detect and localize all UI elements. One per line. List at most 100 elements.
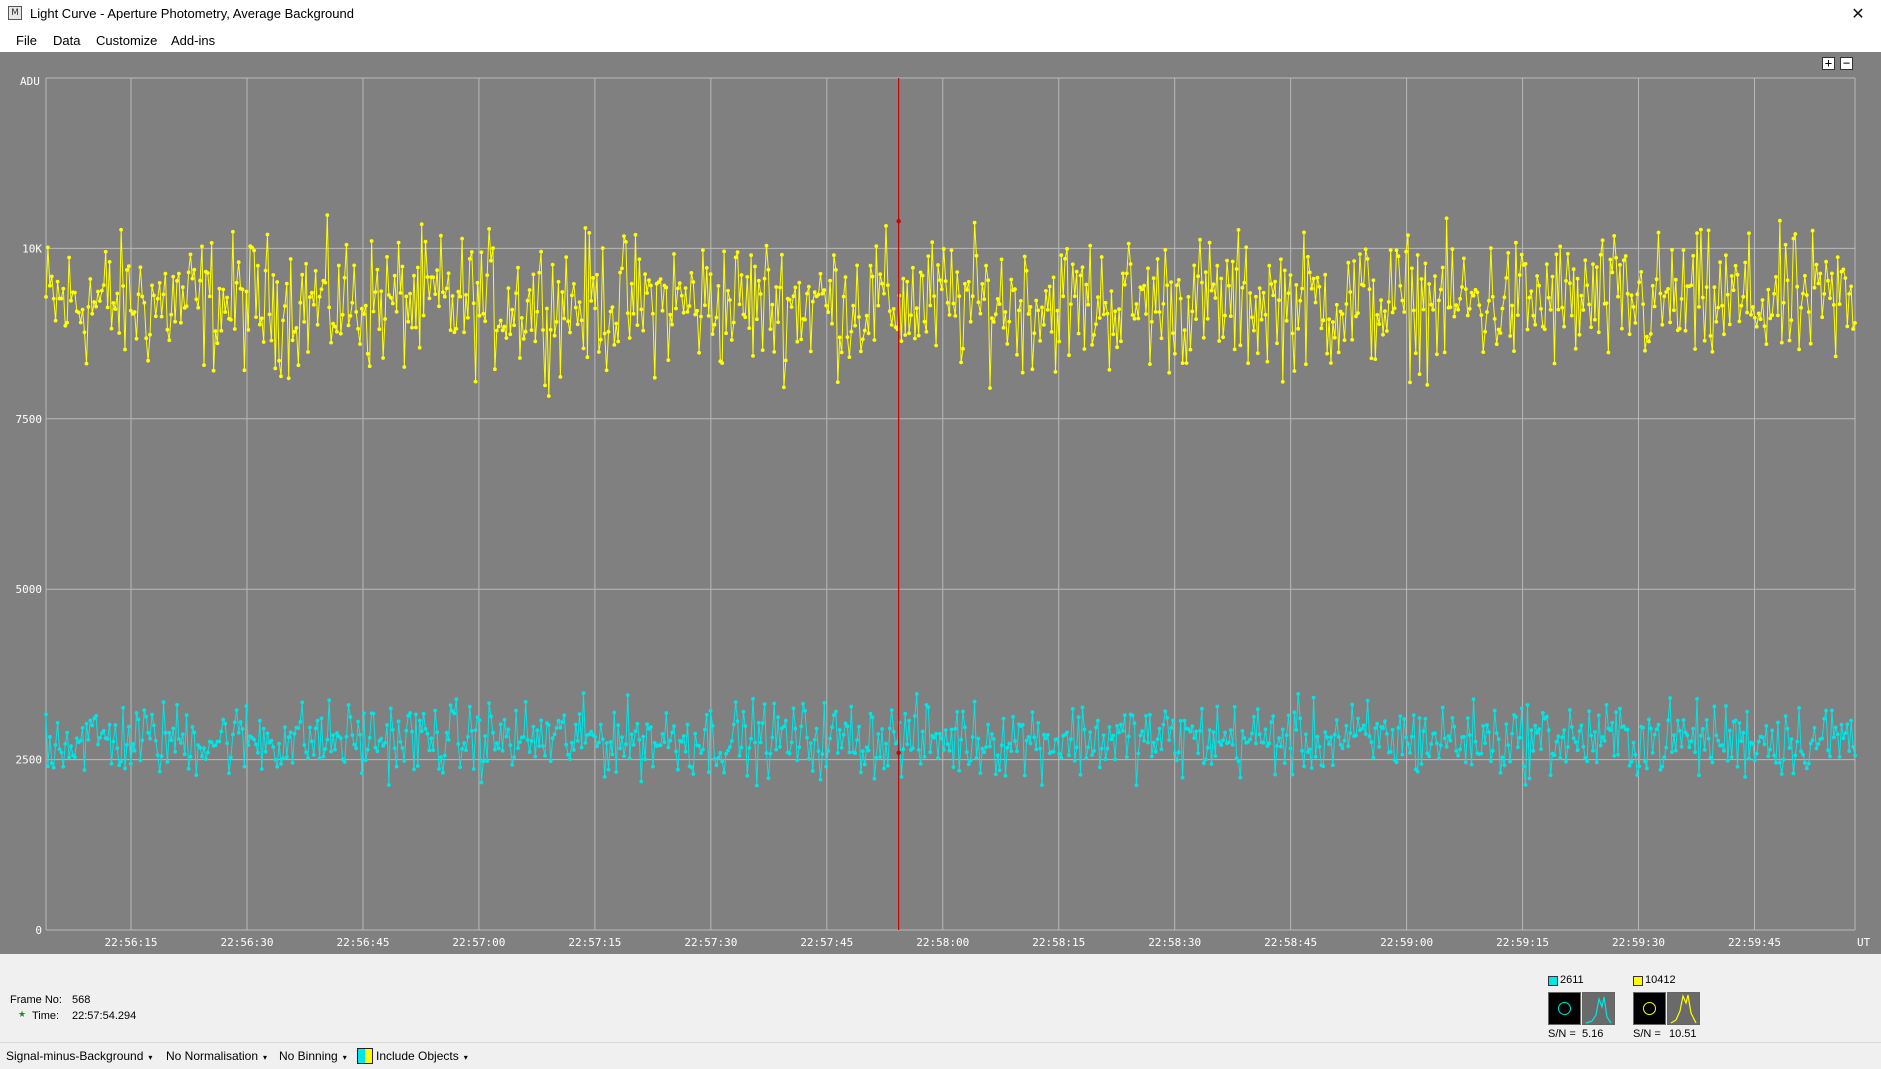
series-2-point <box>180 732 185 737</box>
light-curve-chart[interactable]: 025005000750010K22:56:15 22:56:30 22:56:45… <box>0 52 1881 954</box>
series-1-point <box>1404 249 1408 254</box>
series-2-point <box>1271 714 1276 719</box>
series-1-point <box>1269 282 1274 286</box>
series-2-point <box>1171 718 1175 723</box>
series-1-point <box>152 293 156 298</box>
series-2-point <box>1781 757 1786 762</box>
object-2-sn-value: 10.51 <box>1669 1028 1697 1040</box>
menu-file[interactable]: File <box>16 33 37 48</box>
normalisation-dropdown[interactable]: No Normalisation ▾ <box>166 1049 267 1063</box>
series-2-point <box>186 766 191 771</box>
series-1-point <box>550 262 555 267</box>
series-1-point <box>1304 362 1308 367</box>
series-2-point <box>795 758 800 763</box>
include-objects-dropdown[interactable]: Include Objects ▾ <box>376 1049 468 1063</box>
series-2-point <box>913 714 917 718</box>
series-2-point <box>1820 736 1825 741</box>
menu-customize[interactable]: Customize <box>96 33 157 48</box>
series-1-point <box>647 278 651 283</box>
series-1-point <box>1242 280 1247 285</box>
zoom-in-button[interactable]: + <box>1822 57 1835 70</box>
object-2-value: 10412 <box>1645 974 1676 986</box>
series-1-point <box>708 272 713 276</box>
series-1-point <box>1238 343 1243 348</box>
series-2-point <box>504 734 509 739</box>
series-2-point <box>733 700 738 704</box>
light-curve-plot[interactable]: 0 2500 5000 7500 10K 22:56:15 22:56:30 22:56:45… <box>0 52 1881 954</box>
series-2-point <box>830 725 834 730</box>
series-1-point <box>803 317 807 322</box>
menu-data[interactable]: Data <box>53 33 80 48</box>
series-2-point <box>1456 753 1460 758</box>
zoom-out-button[interactable]: − <box>1840 57 1853 70</box>
series-2-point <box>1766 754 1771 759</box>
series-2-point <box>1167 738 1172 742</box>
series-2-point <box>1273 772 1277 777</box>
series-1-point <box>388 295 393 300</box>
series-1-point <box>1015 352 1019 357</box>
series-1-point <box>396 240 401 245</box>
object-2-aperture-thumbnail[interactable] <box>1633 992 1666 1025</box>
series-2-point <box>512 755 516 759</box>
series-1-point <box>1198 237 1202 242</box>
series-2-point <box>581 691 586 695</box>
series-1-point <box>866 331 871 336</box>
series-1-point <box>1059 253 1064 258</box>
series-1-point <box>1425 383 1430 387</box>
series-1-point <box>1837 302 1842 307</box>
series-1-point <box>1142 283 1146 288</box>
series-1-point <box>82 330 87 335</box>
series-2-point <box>1290 772 1295 777</box>
series-1-point <box>1456 307 1460 312</box>
series-1-point <box>1523 262 1528 266</box>
series-2-point <box>735 719 740 724</box>
object-1-profile-thumbnail[interactable] <box>1582 992 1615 1025</box>
series-1-point <box>602 331 607 336</box>
object-1-aperture-thumbnail[interactable] <box>1548 992 1581 1025</box>
close-button[interactable]: ✕ <box>1835 0 1881 28</box>
series-1-point <box>1496 327 1501 332</box>
series-2-point <box>1092 749 1096 753</box>
series-1-point <box>1620 326 1624 331</box>
time-label: Time: <box>32 1010 60 1022</box>
series-2-point <box>1558 756 1563 760</box>
series-1-point <box>872 338 877 342</box>
series-1-point <box>1768 316 1773 321</box>
series-2-point <box>1124 755 1129 759</box>
series-1-point <box>676 286 680 291</box>
series-1-point <box>1209 288 1214 293</box>
series-1-point <box>365 351 370 356</box>
series-2-point <box>1300 749 1304 753</box>
series-1-point <box>1770 313 1775 318</box>
series-2-point <box>1078 772 1083 777</box>
series-1-point <box>1373 357 1378 361</box>
series-1-point <box>907 331 911 336</box>
menu-add-ins[interactable]: Add-ins <box>171 33 215 48</box>
series-2-point <box>82 768 87 772</box>
object-2-profile-thumbnail[interactable] <box>1667 992 1700 1025</box>
series-2-point <box>737 753 742 758</box>
series-1-point <box>55 279 60 284</box>
series-1-point <box>913 336 917 341</box>
series-1-point <box>1517 273 1522 277</box>
series-1-point <box>125 268 129 272</box>
series-1-point <box>966 279 971 284</box>
series-1-point <box>1284 318 1289 323</box>
series-1-point <box>442 294 447 299</box>
series-2-point <box>53 743 58 747</box>
series-1-point <box>672 252 676 256</box>
signal-mode-dropdown[interactable]: Signal-minus-Background ▾ <box>6 1049 152 1063</box>
series-1-point <box>527 288 532 292</box>
series-2-point <box>1641 725 1645 730</box>
series-2-point <box>244 704 249 708</box>
series-2-point <box>279 762 283 766</box>
series-1-point <box>219 328 224 333</box>
series-1-point <box>165 327 170 332</box>
series-2-point <box>1673 748 1678 753</box>
series-2-point <box>1096 718 1100 723</box>
series-1-line <box>45 215 1856 397</box>
series-1-point <box>1535 274 1539 278</box>
series-2-point <box>90 723 95 728</box>
binning-dropdown[interactable]: No Binning ▾ <box>279 1049 347 1063</box>
series-2-point <box>78 738 83 743</box>
